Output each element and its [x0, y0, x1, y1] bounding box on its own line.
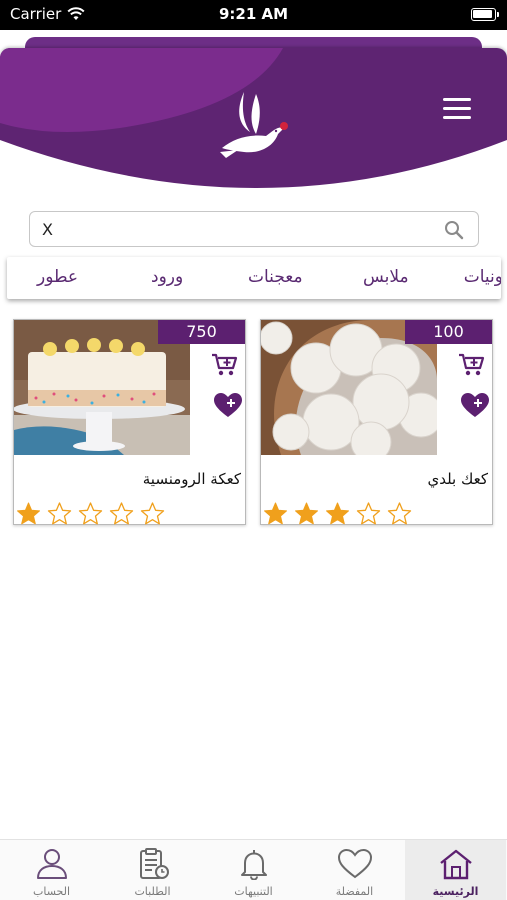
category-item[interactable]: ورود	[151, 267, 183, 287]
tab-label: الطلبات	[134, 885, 171, 898]
add-to-cart-icon[interactable]	[458, 352, 486, 378]
tab-label: الحساب	[32, 885, 71, 898]
category-item[interactable]: ونيات	[464, 267, 501, 287]
tab-orders[interactable]: الطلبات	[102, 840, 203, 900]
add-to-favorites-icon[interactable]	[213, 392, 243, 418]
product-name: كعكة الرومنسية	[142, 470, 241, 488]
star-filled-icon	[295, 502, 318, 525]
star-empty-icon	[47, 502, 72, 525]
star-empty-icon	[387, 502, 412, 525]
tab-label: المفضلة	[335, 885, 374, 898]
category-item[interactable]: ملابس	[363, 267, 409, 287]
search-value: X	[42, 220, 53, 239]
price-badge: 100	[405, 320, 492, 344]
main-sheet: X ونيات ملابس معجنات ورود عطور 750 كعكة …	[0, 48, 507, 900]
rating-stars	[16, 502, 165, 525]
bottom-tab-bar: الرئيسية المفضلة التنبيهات الطلبات الحسا…	[0, 839, 507, 900]
user-icon	[37, 849, 67, 879]
search-icon[interactable]	[444, 220, 464, 240]
tab-label: التنبيهات	[234, 885, 273, 898]
hamburger-menu-icon[interactable]	[443, 98, 471, 120]
header	[0, 48, 507, 208]
tab-label: الرئيسية	[432, 885, 479, 898]
tab-notifications[interactable]: التنبيهات	[203, 840, 304, 900]
product-card[interactable]: 100 كعك بلدي	[260, 319, 493, 525]
star-filled-icon	[264, 502, 287, 525]
add-to-cart-icon[interactable]	[211, 352, 239, 378]
category-strip[interactable]: ونيات ملابس معجنات ورود عطور	[7, 257, 501, 299]
category-item[interactable]: عطور	[37, 267, 78, 287]
star-filled-icon	[17, 502, 40, 525]
bell-icon	[241, 850, 267, 880]
product-card[interactable]: 750 كعكة الرومنسية	[13, 319, 246, 525]
star-empty-icon	[140, 502, 165, 525]
battery-icon	[471, 8, 499, 21]
rating-stars	[263, 502, 412, 525]
add-to-favorites-icon[interactable]	[460, 392, 490, 418]
star-empty-icon	[78, 502, 103, 525]
star-empty-icon	[356, 502, 381, 525]
orders-clipboard-icon	[140, 848, 169, 879]
product-name: كعك بلدي	[427, 470, 488, 488]
status-bar: Carrier 9:21 AM	[0, 0, 507, 30]
star-filled-icon	[326, 502, 349, 525]
tab-favorites[interactable]: المفضلة	[304, 840, 405, 900]
tab-home[interactable]: الرئيسية	[405, 840, 506, 900]
category-item[interactable]: معجنات	[248, 267, 303, 287]
tab-account[interactable]: الحساب	[1, 840, 102, 900]
star-empty-icon	[109, 502, 134, 525]
status-time: 9:21 AM	[218, 5, 289, 23]
search-input[interactable]: X	[29, 211, 479, 247]
price-badge: 750	[158, 320, 245, 344]
dove-logo-icon	[220, 92, 288, 158]
home-icon	[440, 849, 472, 880]
heart-icon	[337, 848, 373, 879]
